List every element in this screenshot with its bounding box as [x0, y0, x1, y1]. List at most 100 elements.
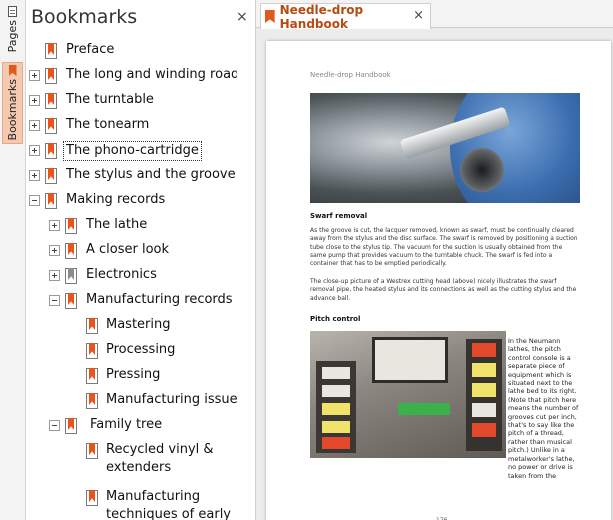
bookmark-icon — [45, 93, 57, 109]
bookmark-item[interactable]: Manufacturing records — [27, 291, 237, 313]
pitch-control-console-photo — [310, 331, 506, 458]
bookmark-label: Manufacturing techniques of early — [106, 489, 232, 520]
bookmark-icon — [45, 118, 57, 134]
bookmark-item[interactable]: The phono-cartridge — [27, 141, 237, 163]
bookmark-label: Making records — [66, 192, 166, 207]
bookmark-label: Preface — [66, 42, 115, 57]
expand-icon[interactable] — [29, 70, 40, 81]
section-heading-swarf-removal: Swarf removal — [310, 212, 368, 220]
photo-detail — [372, 337, 448, 383]
cutting-head-photo — [310, 93, 580, 203]
bookmark-item[interactable]: Processing — [27, 341, 237, 363]
photo-detail — [322, 437, 350, 449]
bookmark-label: Electronics — [86, 267, 157, 282]
bookmark-icon — [86, 343, 98, 359]
bookmark-item[interactable]: The tonearm — [27, 116, 237, 138]
bookmark-icon — [65, 218, 77, 234]
bookmark-item[interactable]: The long and winding road — [27, 66, 237, 88]
running-head: Needle-drop Handbook — [310, 71, 391, 79]
bookmark-icon — [86, 393, 98, 409]
side-tab-strip: Pages Bookmarks — [0, 0, 26, 520]
expand-icon[interactable] — [49, 245, 60, 256]
bookmark-item[interactable]: The turntable — [27, 91, 237, 113]
bookmark-icon — [65, 243, 77, 259]
bookmark-label: The tonearm — [66, 117, 150, 132]
photo-detail — [322, 403, 350, 415]
bookmark-icon — [65, 418, 77, 434]
bookmark-icon — [45, 143, 57, 159]
tab-pages[interactable]: Pages — [2, 4, 23, 58]
document-bookmark-icon — [265, 10, 275, 23]
bookmark-tree: Preface The long and winding road The turn… — [27, 36, 237, 520]
pitch-control-text: In the Neumann lathes, the pitch control… — [508, 337, 579, 480]
bookmark-label: Manufacturing issues — [106, 392, 237, 407]
bookmark-icon — [86, 368, 98, 384]
bookmark-item[interactable]: Manufacturing issues — [27, 391, 237, 413]
bookmark-label: Manufacturing records — [86, 292, 233, 307]
document-area: Needle-drop Handbook × Needle-drop Handb… — [255, 0, 613, 520]
bookmark-label: A closer look — [86, 242, 170, 257]
photo-detail — [322, 421, 350, 433]
bookmark-icon — [65, 268, 77, 284]
bookmark-icon — [45, 168, 57, 184]
photo-detail — [472, 343, 496, 357]
bookmark-icon — [45, 193, 57, 209]
pages-icon — [8, 6, 17, 17]
bookmark-icon — [86, 490, 98, 506]
collapse-icon[interactable] — [29, 195, 40, 206]
bookmark-item[interactable]: A closer look — [27, 241, 237, 263]
bookmark-icon — [86, 443, 98, 459]
photo-detail — [472, 383, 496, 397]
bookmark-item[interactable]: Mastering — [27, 316, 237, 338]
bookmark-item[interactable]: The lathe — [27, 216, 237, 238]
photo-detail — [398, 403, 450, 415]
expand-icon[interactable] — [49, 270, 60, 281]
bookmark-label: The phono-cartridge — [63, 141, 202, 161]
panel-title: Bookmarks — [31, 6, 138, 28]
tab-needle-drop-handbook[interactable]: Needle-drop Handbook × — [260, 2, 431, 31]
expand-icon[interactable] — [49, 220, 60, 231]
bookmark-item[interactable]: Family tree — [27, 416, 237, 438]
bookmark-label: The lathe — [86, 217, 148, 232]
photo-detail — [316, 361, 356, 453]
bookmark-label: Processing — [106, 342, 176, 357]
bookmark-icon — [8, 65, 17, 76]
document-viewport[interactable]: Needle-drop Handbook Swarf removal As th… — [256, 29, 613, 520]
bookmark-item[interactable]: Pressing — [27, 366, 237, 388]
bookmark-label: The long and winding road — [66, 67, 237, 82]
expand-icon[interactable] — [29, 170, 40, 181]
photo-detail — [322, 385, 350, 397]
photo-detail — [472, 423, 496, 437]
tab-pages-label: Pages — [6, 20, 19, 53]
collapse-icon[interactable] — [49, 420, 60, 431]
expand-icon[interactable] — [29, 120, 40, 131]
bookmark-item[interactable]: Recycled vinyl & extenders — [27, 441, 237, 475]
bookmark-item[interactable]: Manufacturing techniques of early — [27, 488, 237, 520]
paragraph: The close-up picture of a Westrex cuttin… — [310, 278, 577, 302]
paragraph: As the groove is cut, the lacquer remove… — [310, 227, 578, 268]
expand-icon[interactable] — [29, 145, 40, 156]
bookmark-icon — [45, 43, 57, 59]
bookmark-label: The stylus and the groove — [66, 167, 236, 182]
bookmark-label: Mastering — [106, 317, 171, 332]
document-page: Needle-drop Handbook Swarf removal As th… — [266, 41, 611, 520]
photo-detail — [472, 363, 496, 377]
bookmark-label: The turntable — [66, 92, 154, 107]
photo-detail — [466, 339, 502, 451]
photo-detail — [460, 148, 504, 192]
bookmark-icon — [86, 318, 98, 334]
bookmark-item[interactable]: The stylus and the groove — [27, 166, 237, 188]
tab-bookmarks[interactable]: Bookmarks — [2, 62, 23, 144]
close-icon[interactable]: × — [236, 9, 248, 25]
bookmark-item[interactable]: Electronics — [27, 266, 237, 288]
close-icon[interactable]: × — [413, 8, 424, 23]
bookmark-item[interactable]: Preface — [27, 41, 237, 63]
bookmark-item[interactable]: Making records — [27, 191, 237, 213]
bookmark-label: Pressing — [106, 367, 161, 382]
document-tab-title: Needle-drop Handbook — [279, 2, 364, 31]
bookmark-label: Family tree — [90, 417, 163, 432]
expand-icon[interactable] — [29, 95, 40, 106]
tab-bookmarks-label: Bookmarks — [6, 79, 19, 141]
photo-detail — [472, 403, 496, 417]
collapse-icon[interactable] — [49, 295, 60, 306]
